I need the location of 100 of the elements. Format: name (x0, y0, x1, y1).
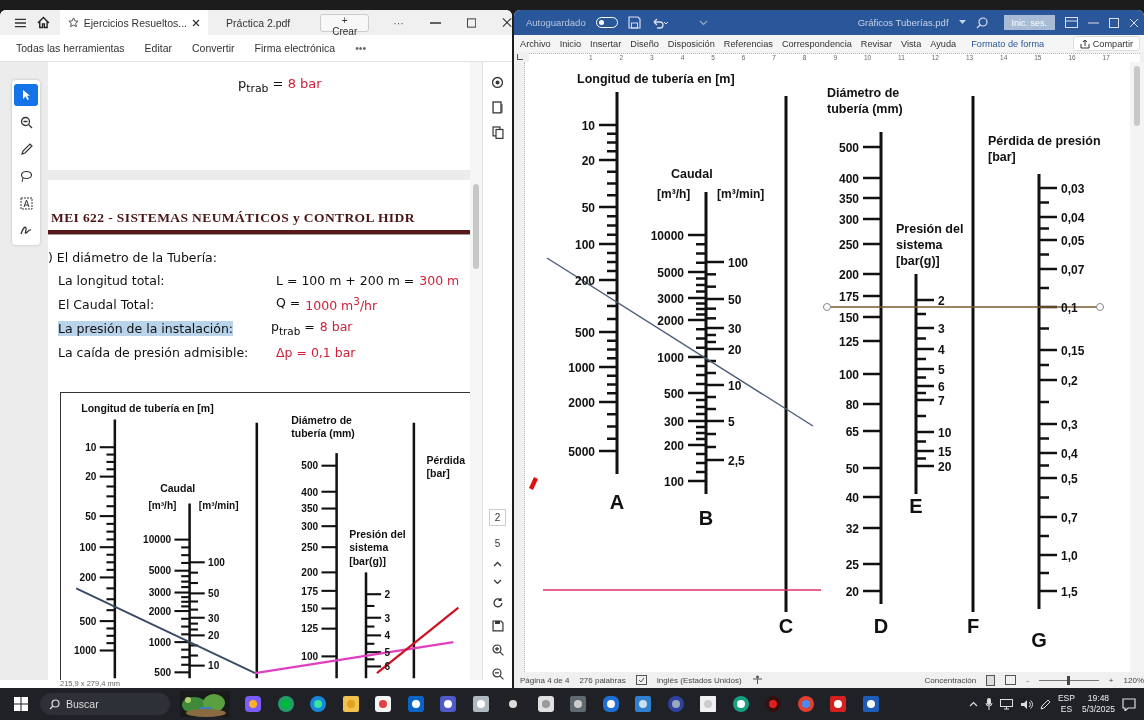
zoom-slider-thumb[interactable] (1067, 675, 1071, 685)
note-icon[interactable] (471, 695, 490, 713)
scale-letter: F (966, 615, 980, 637)
chat-icon[interactable] (491, 76, 504, 89)
tab-stop-icon[interactable] (517, 54, 523, 60)
toolbar-item[interactable]: Editar (144, 42, 172, 54)
text-select-icon[interactable] (19, 196, 33, 210)
ribbon-tab[interactable]: Referencias (723, 38, 773, 49)
scale-label: 350 (838, 191, 859, 206)
caret-icon[interactable] (958, 20, 966, 25)
accessibility-icon[interactable] (751, 675, 763, 685)
maximize-icon[interactable] (466, 17, 476, 28)
ribbon-tab[interactable]: Archivo (520, 38, 551, 49)
chat-icon[interactable] (439, 695, 457, 713)
search-icon[interactable] (49, 698, 60, 710)
pdf-icon[interactable] (829, 695, 847, 713)
page-number-field[interactable]: 2 (488, 508, 507, 526)
network-icon[interactable] (999, 698, 1013, 710)
pen-mark (529, 477, 538, 490)
search-icon[interactable] (975, 16, 988, 29)
zoom-out-button[interactable]: - (1026, 675, 1029, 685)
focus-button[interactable]: Concentración (924, 675, 977, 685)
windows-icon[interactable] (14, 697, 28, 711)
document-title[interactable]: Gráficos Tuberías.pdf (857, 17, 949, 28)
page-indicator[interactable]: Página 4 de 4 (520, 675, 570, 685)
lasso-icon[interactable] (19, 169, 33, 183)
more-button[interactable]: ··· (393, 16, 404, 29)
record-icon[interactable] (764, 695, 782, 713)
web-layout-icon[interactable] (1005, 675, 1017, 685)
ribbon-tab[interactable]: Ayuda (930, 38, 957, 49)
input-language[interactable]: ESP (1057, 693, 1075, 704)
toolbar-item[interactable]: Firma electrónica (254, 42, 336, 54)
scale-label: 3 (938, 321, 945, 336)
scrollbar-thumb[interactable] (1134, 66, 1140, 126)
zoom-out-icon[interactable] (491, 668, 504, 680)
share-button[interactable]: Compartir (1072, 36, 1140, 51)
copy-icon[interactable] (491, 125, 504, 139)
mail-icon[interactable] (406, 695, 425, 713)
refresh-icon[interactable] (491, 596, 504, 609)
chrome-icon[interactable] (796, 695, 815, 713)
chevron-down-icon[interactable] (493, 578, 502, 585)
browser-icon[interactable] (309, 695, 327, 713)
zoom-out-icon[interactable] (19, 115, 33, 129)
toolbar-item[interactable]: Convertir (192, 42, 235, 54)
pencil-icon[interactable] (19, 142, 33, 156)
ribbon-tab[interactable]: Inicio (559, 38, 582, 49)
language-indicator[interactable]: Inglés (Estados Unidos) (656, 675, 742, 685)
copilot-icon[interactable] (244, 695, 262, 713)
chevron-up-icon[interactable] (493, 560, 502, 567)
close-icon[interactable] (192, 18, 201, 27)
scale-label: 50 (85, 510, 97, 522)
scale-label: 0,05 (1061, 233, 1085, 248)
menu-icon[interactable] (14, 16, 27, 29)
more-button[interactable]: ••• (355, 42, 367, 54)
ribbon-tab[interactable]: Insertar (590, 38, 622, 49)
scale-label: 6 (384, 661, 391, 673)
zoom-level[interactable]: 120% (1123, 675, 1144, 685)
word-icon[interactable] (861, 695, 880, 713)
ribbon-tab[interactable]: Diseño (630, 38, 659, 49)
scale-label: 10000 (143, 534, 172, 546)
ribbon-tab[interactable]: Disposición (667, 38, 715, 49)
ribbon-tab[interactable]: Revisar (860, 38, 892, 49)
keyboard-icon[interactable] (634, 695, 652, 713)
share-icon[interactable] (1079, 38, 1090, 49)
eraser-icon[interactable] (536, 695, 555, 713)
star-icon[interactable] (67, 17, 79, 28)
pen-icon[interactable] (1039, 698, 1051, 710)
minimize-icon[interactable] (429, 21, 441, 24)
calculator-icon[interactable] (569, 695, 587, 713)
zoom-in-icon[interactable] (491, 644, 504, 657)
toolbar-item[interactable]: Todas las herramientas (16, 42, 125, 54)
keyboard-layout[interactable]: ES (1060, 704, 1073, 715)
volume-icon[interactable] (1019, 698, 1033, 710)
store-icon[interactable] (374, 695, 392, 713)
notification-icon[interactable] (1122, 697, 1136, 711)
shield-icon[interactable] (601, 695, 620, 713)
ribbon-display-icon[interactable] (1065, 17, 1079, 28)
proofing-icon[interactable] (635, 675, 647, 685)
ribbon-tab[interactable]: Vista (901, 38, 922, 49)
home-icon[interactable] (36, 16, 50, 29)
document-icon[interactable] (699, 695, 717, 713)
scale-label: 100 (574, 237, 595, 252)
close-icon[interactable] (501, 17, 512, 28)
document-tab[interactable]: Práctica 2.pdf (218, 10, 299, 35)
clock-date[interactable]: 5/3/2025 (1081, 704, 1115, 715)
cursor-icon[interactable] (20, 89, 32, 101)
clock-time[interactable]: 19:48 (1087, 693, 1110, 704)
ribbon-tab[interactable]: Formato de forma (971, 38, 1045, 49)
document-icon[interactable] (491, 100, 504, 114)
print-layout-icon[interactable] (986, 674, 996, 686)
customize-icon[interactable] (698, 19, 708, 26)
microphone-icon[interactable] (984, 698, 993, 710)
zoom-in-button[interactable]: + (1108, 675, 1114, 685)
document-tab[interactable]: Ejercicios Resueltos... (59, 10, 209, 35)
ribbon-tab[interactable]: Correspondencia (781, 38, 852, 49)
word-count[interactable]: 276 palabras (579, 675, 626, 685)
folder-icon[interactable] (341, 695, 360, 713)
scrollbar-thumb[interactable] (473, 184, 479, 269)
search-field[interactable]: Buscar (40, 693, 170, 715)
save-icon[interactable] (491, 620, 504, 633)
